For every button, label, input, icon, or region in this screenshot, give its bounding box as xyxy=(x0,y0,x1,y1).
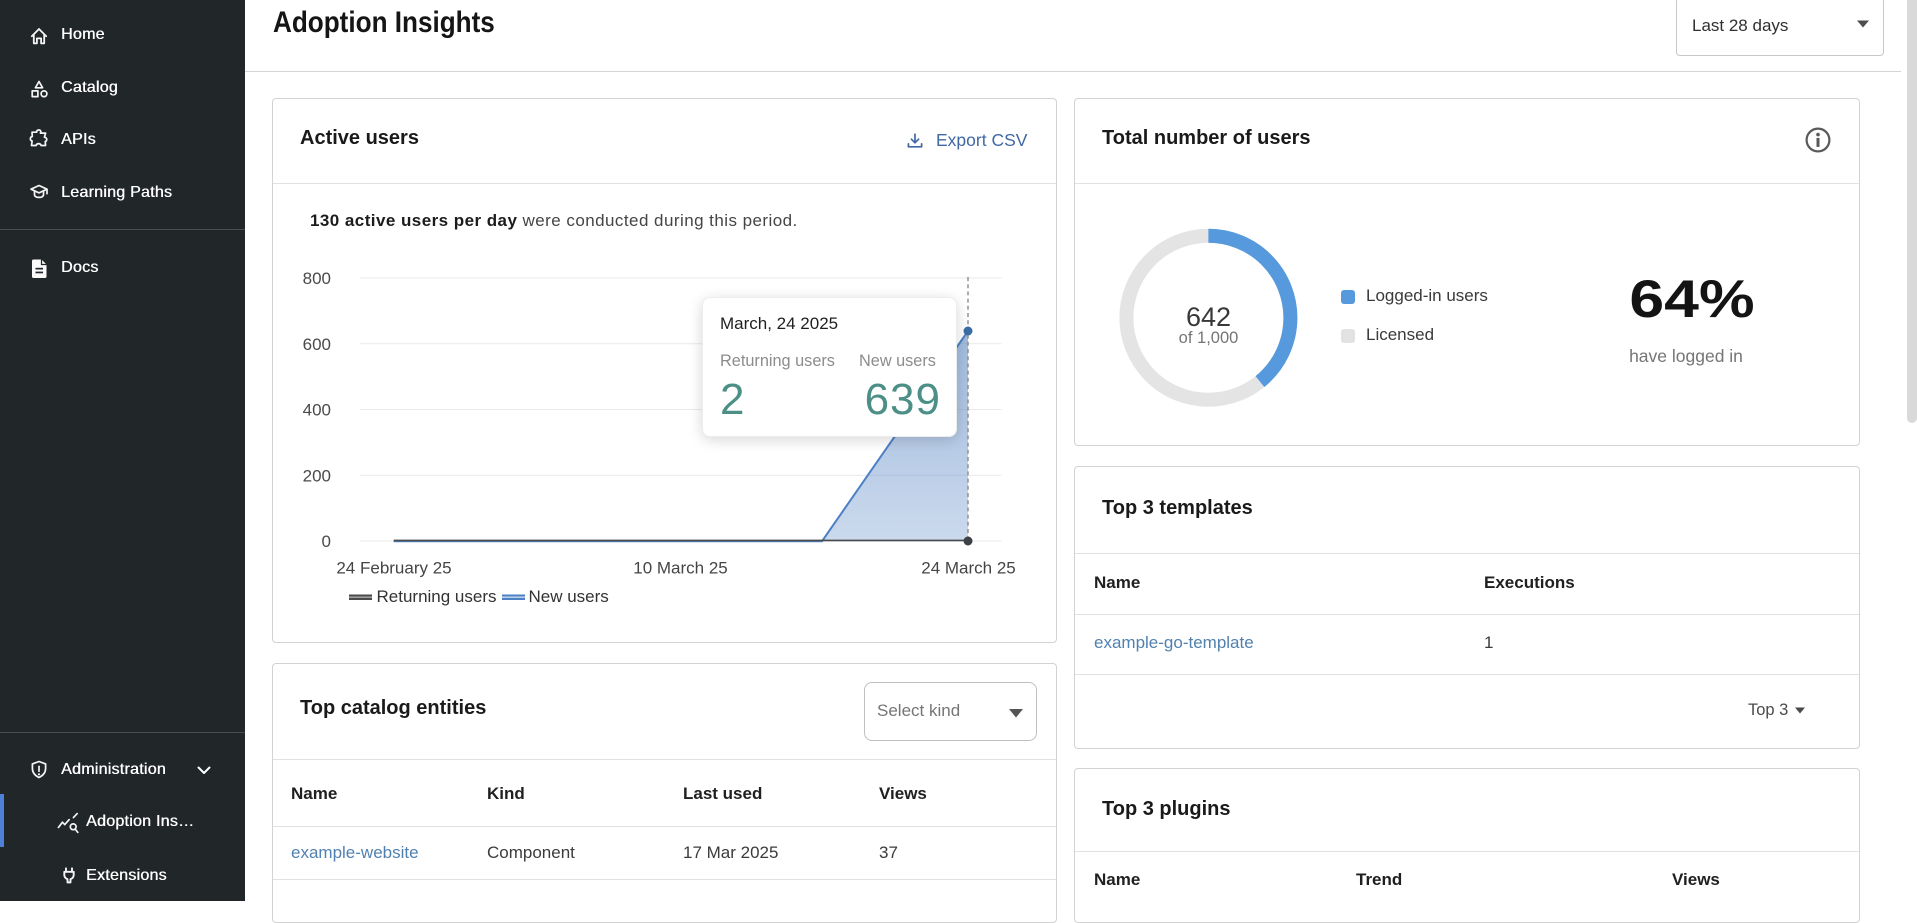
svg-text:800: 800 xyxy=(303,269,331,288)
svg-text:200: 200 xyxy=(303,466,331,485)
svg-text:600: 600 xyxy=(303,335,331,354)
svg-text:24 February 25: 24 February 25 xyxy=(336,559,451,578)
svg-text:400: 400 xyxy=(303,401,331,420)
svg-text:0: 0 xyxy=(322,532,331,551)
svg-text:10 March 25: 10 March 25 xyxy=(633,559,728,578)
svg-text:24 March 25: 24 March 25 xyxy=(921,559,1016,578)
svg-text:New users: New users xyxy=(529,587,609,606)
svg-text:Returning users: Returning users xyxy=(377,587,497,606)
